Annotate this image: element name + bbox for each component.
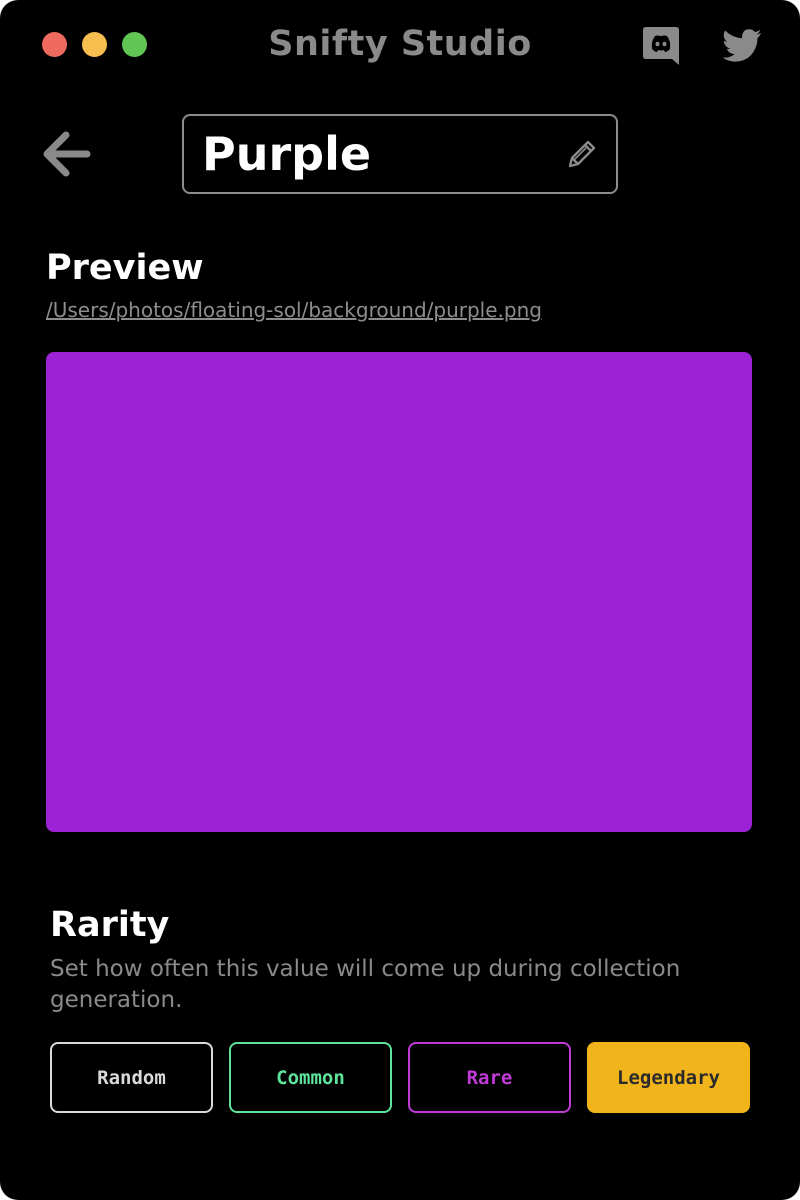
- rarity-common-button[interactable]: Common: [229, 1042, 392, 1113]
- rarity-random-button[interactable]: Random: [50, 1042, 213, 1113]
- preview-image: [46, 352, 752, 832]
- preview-heading: Preview: [46, 248, 204, 288]
- back-button[interactable]: [40, 130, 92, 178]
- arrow-left-icon: [43, 131, 91, 177]
- trait-name-value: Purple: [202, 127, 372, 181]
- rarity-options: Random Common Rare Legendary: [50, 1042, 750, 1113]
- file-path-link[interactable]: /Users/photos/floating-sol/background/pu…: [46, 298, 542, 322]
- rarity-rare-button[interactable]: Rare: [408, 1042, 571, 1113]
- app-window: Snifty Studio Purple Preview /Users/phot…: [0, 0, 800, 1200]
- trait-name-field[interactable]: Purple: [182, 114, 618, 194]
- pencil-icon[interactable]: [564, 136, 600, 172]
- rarity-heading: Rarity: [50, 905, 170, 945]
- discord-icon[interactable]: [641, 26, 681, 66]
- rarity-legendary-button[interactable]: Legendary: [587, 1042, 750, 1113]
- rarity-description: Set how often this value will come up du…: [50, 956, 681, 1013]
- twitter-icon[interactable]: [722, 26, 762, 66]
